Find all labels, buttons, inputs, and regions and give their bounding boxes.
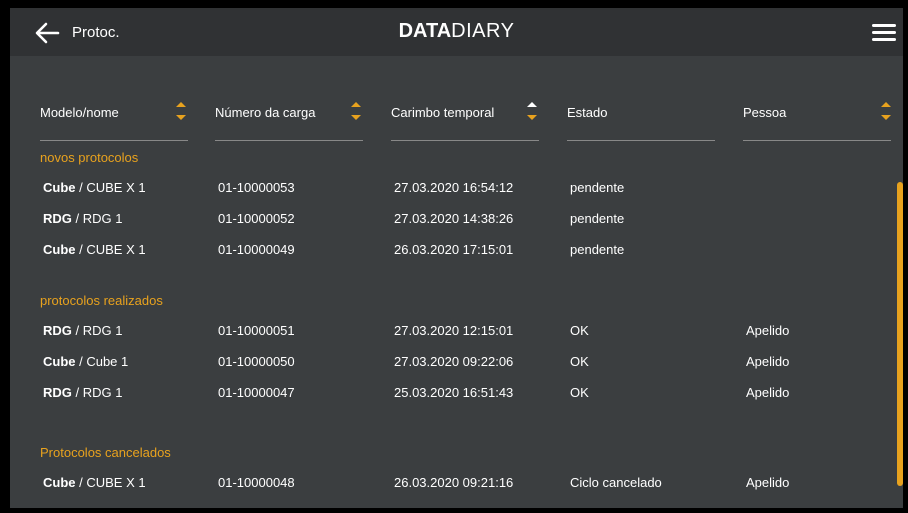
column-header[interactable]: Pessoa bbox=[743, 96, 891, 141]
table-row[interactable]: Cube / CUBE X 1 01-10000048 26.03.2020 09:… bbox=[10, 475, 890, 497]
state-cell: OK bbox=[570, 323, 589, 338]
load-number-cell: 01-10000047 bbox=[218, 385, 295, 400]
model-name-cell: Cube / CUBE X 1 bbox=[43, 180, 146, 195]
model-name-cell: RDG / RDG 1 bbox=[43, 323, 123, 338]
load-number-cell: 01-10000049 bbox=[218, 242, 295, 257]
timestamp-cell: 26.03.2020 09:21:16 bbox=[394, 475, 514, 490]
model-name-cell: Cube / CUBE X 1 bbox=[43, 475, 146, 490]
sort-arrows-icon[interactable] bbox=[174, 98, 188, 124]
top-bar: Protoc. DATADIARY bbox=[10, 8, 903, 56]
model-name-cell: Cube / CUBE X 1 bbox=[43, 242, 146, 257]
timestamp-cell: 27.03.2020 14:38:26 bbox=[394, 211, 514, 226]
column-header-label: Estado bbox=[567, 105, 608, 120]
state-cell: pendente bbox=[570, 180, 625, 195]
state-cell: pendente bbox=[570, 211, 625, 226]
table-row[interactable]: RDG / RDG 1 01-10000052 27.03.2020 14:38:2… bbox=[10, 211, 890, 233]
person-cell: Apelido bbox=[746, 385, 790, 400]
timestamp-cell: 26.03.2020 17:15:01 bbox=[394, 242, 514, 257]
timestamp-cell: 25.03.2020 16:51:43 bbox=[394, 385, 514, 400]
state-cell: OK bbox=[570, 354, 589, 369]
section-title: Protocolos cancelados bbox=[40, 445, 171, 460]
column-header[interactable]: Número da carga bbox=[215, 96, 363, 141]
sort-arrows-icon[interactable] bbox=[349, 98, 363, 124]
load-number-cell: 01-10000048 bbox=[218, 475, 295, 490]
column-header-label: Carimbo temporal bbox=[391, 105, 495, 120]
scrollbar[interactable] bbox=[897, 182, 903, 486]
section-title: novos protocolos bbox=[40, 150, 139, 165]
person-cell: Apelido bbox=[746, 354, 790, 369]
protocol-screen: Protoc. DATADIARY Modelo/nome Número da c… bbox=[10, 8, 903, 508]
column-header[interactable]: Carimbo temporal bbox=[391, 96, 539, 141]
load-number-cell: 01-10000053 bbox=[218, 180, 295, 195]
table-row[interactable]: Cube / CUBE X 1 01-10000053 27.03.2020 16:… bbox=[10, 180, 890, 202]
model-name-cell: Cube / Cube 1 bbox=[43, 354, 129, 369]
sort-arrows-icon[interactable] bbox=[525, 98, 539, 124]
timestamp-cell: 27.03.2020 12:15:01 bbox=[394, 323, 514, 338]
model-name-cell: RDG / RDG 1 bbox=[43, 385, 123, 400]
column-header-label: Modelo/nome bbox=[40, 105, 119, 120]
column-header-label: Pessoa bbox=[743, 105, 787, 120]
load-number-cell: 01-10000051 bbox=[218, 323, 295, 338]
person-cell: Apelido bbox=[746, 475, 790, 490]
model-name-cell: RDG / RDG 1 bbox=[43, 211, 123, 226]
table-row[interactable]: RDG / RDG 1 01-10000047 25.03.2020 16:51:4… bbox=[10, 385, 890, 407]
hamburger-menu-icon[interactable] bbox=[872, 24, 896, 42]
table-row[interactable]: Cube / CUBE X 1 01-10000049 26.03.2020 17:… bbox=[10, 242, 890, 264]
state-cell: pendente bbox=[570, 242, 625, 257]
table-row[interactable]: RDG / RDG 1 01-10000051 27.03.2020 12:15:0… bbox=[10, 323, 890, 345]
column-header-label: Número da carga bbox=[215, 105, 316, 120]
person-cell: Apelido bbox=[746, 323, 790, 338]
state-cell: Ciclo cancelado bbox=[570, 475, 662, 490]
timestamp-cell: 27.03.2020 16:54:12 bbox=[394, 180, 514, 195]
state-cell: OK bbox=[570, 385, 589, 400]
timestamp-cell: 27.03.2020 09:22:06 bbox=[394, 354, 514, 369]
datadiary-logo: DATADIARY bbox=[398, 20, 515, 42]
column-header[interactable]: Estado bbox=[567, 96, 715, 141]
load-number-cell: 01-10000050 bbox=[218, 354, 295, 369]
sort-arrows-icon[interactable] bbox=[879, 98, 893, 124]
table-row[interactable]: Cube / Cube 1 01-10000050 27.03.2020 09:22… bbox=[10, 354, 890, 376]
column-header[interactable]: Modelo/nome bbox=[40, 96, 188, 141]
section-title: protocolos realizados bbox=[40, 293, 163, 308]
load-number-cell: 01-10000052 bbox=[218, 211, 295, 226]
